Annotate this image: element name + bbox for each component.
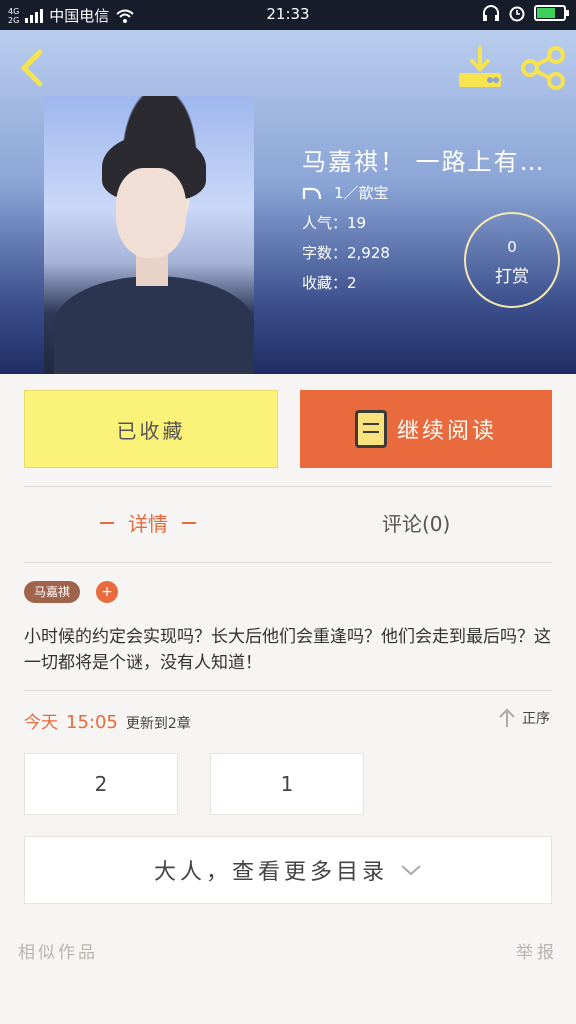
divider (24, 690, 552, 691)
update-day: 今天 (24, 713, 58, 733)
more-catalog-label: 大人，查看更多目录 (153, 860, 388, 885)
favorited-button[interactable]: 已收藏 (24, 390, 278, 468)
author-name: 1／歆宝 (334, 184, 389, 202)
share-icon[interactable] (520, 46, 568, 90)
alarm-icon (509, 6, 525, 22)
headphones-icon (483, 5, 499, 21)
more-catalog-button[interactable]: 大人，查看更多目录 (24, 836, 552, 904)
tab-detail-label: 详情 (128, 512, 168, 536)
tab-comments[interactable]: 评论(0) (382, 508, 450, 537)
add-tag-button[interactable]: + (96, 581, 118, 603)
divider (24, 562, 552, 563)
chapter-button[interactable]: 1 (210, 753, 364, 815)
continue-reading-button[interactable]: 继续阅读 (300, 390, 552, 468)
tip-button[interactable]: 0 打赏 (464, 212, 560, 308)
battery-icon (534, 5, 569, 21)
tip-count: 0 (507, 238, 517, 256)
arrow-up-icon (499, 708, 515, 727)
book-description: 小时候的约定会实现吗？长大后他们会重逢吗？他们会走到最后吗？这一切都将是个谜，没… (24, 627, 551, 673)
book-cover-image[interactable] (44, 96, 254, 374)
chevron-down-icon (401, 865, 421, 876)
status-bar: 4G 2G 中国电信 21:33 (0, 0, 576, 30)
divider (24, 486, 552, 487)
book-icon (354, 410, 387, 448)
author-icon (302, 187, 322, 199)
sort-order-label: 正序 (522, 711, 550, 727)
download-icon[interactable] (456, 46, 504, 90)
popularity: 人气：19 (302, 214, 367, 232)
update-text: 更新到2章 (125, 716, 191, 732)
word-count: 字数：2,928 (302, 244, 390, 262)
back-icon[interactable] (14, 48, 50, 88)
tab-detail[interactable]: 详情 (100, 508, 196, 537)
tag-chip[interactable]: 马嘉祺 (24, 581, 81, 603)
sort-order-toggle[interactable]: 正序 (498, 708, 550, 728)
continue-reading-label: 继续阅读 (396, 419, 497, 444)
tip-label: 打赏 (495, 267, 529, 287)
author-row[interactable]: 1／歆宝 (302, 182, 389, 203)
favorite-count: 收藏：2 (302, 274, 357, 292)
book-title: 马嘉祺！ 一路上有… (302, 148, 546, 176)
update-info: 今天 15:05 更新到2章 (24, 708, 191, 733)
report-link[interactable]: 举报 (516, 938, 558, 963)
update-time: 15:05 (66, 712, 118, 733)
similar-works-label: 相似作品 (18, 943, 98, 963)
chapter-button[interactable]: 2 (24, 753, 178, 815)
book-header: 马嘉祺！ 一路上有… 1／歆宝 人气：19 字数：2,928 收藏：2 0 打赏 (0, 30, 576, 374)
